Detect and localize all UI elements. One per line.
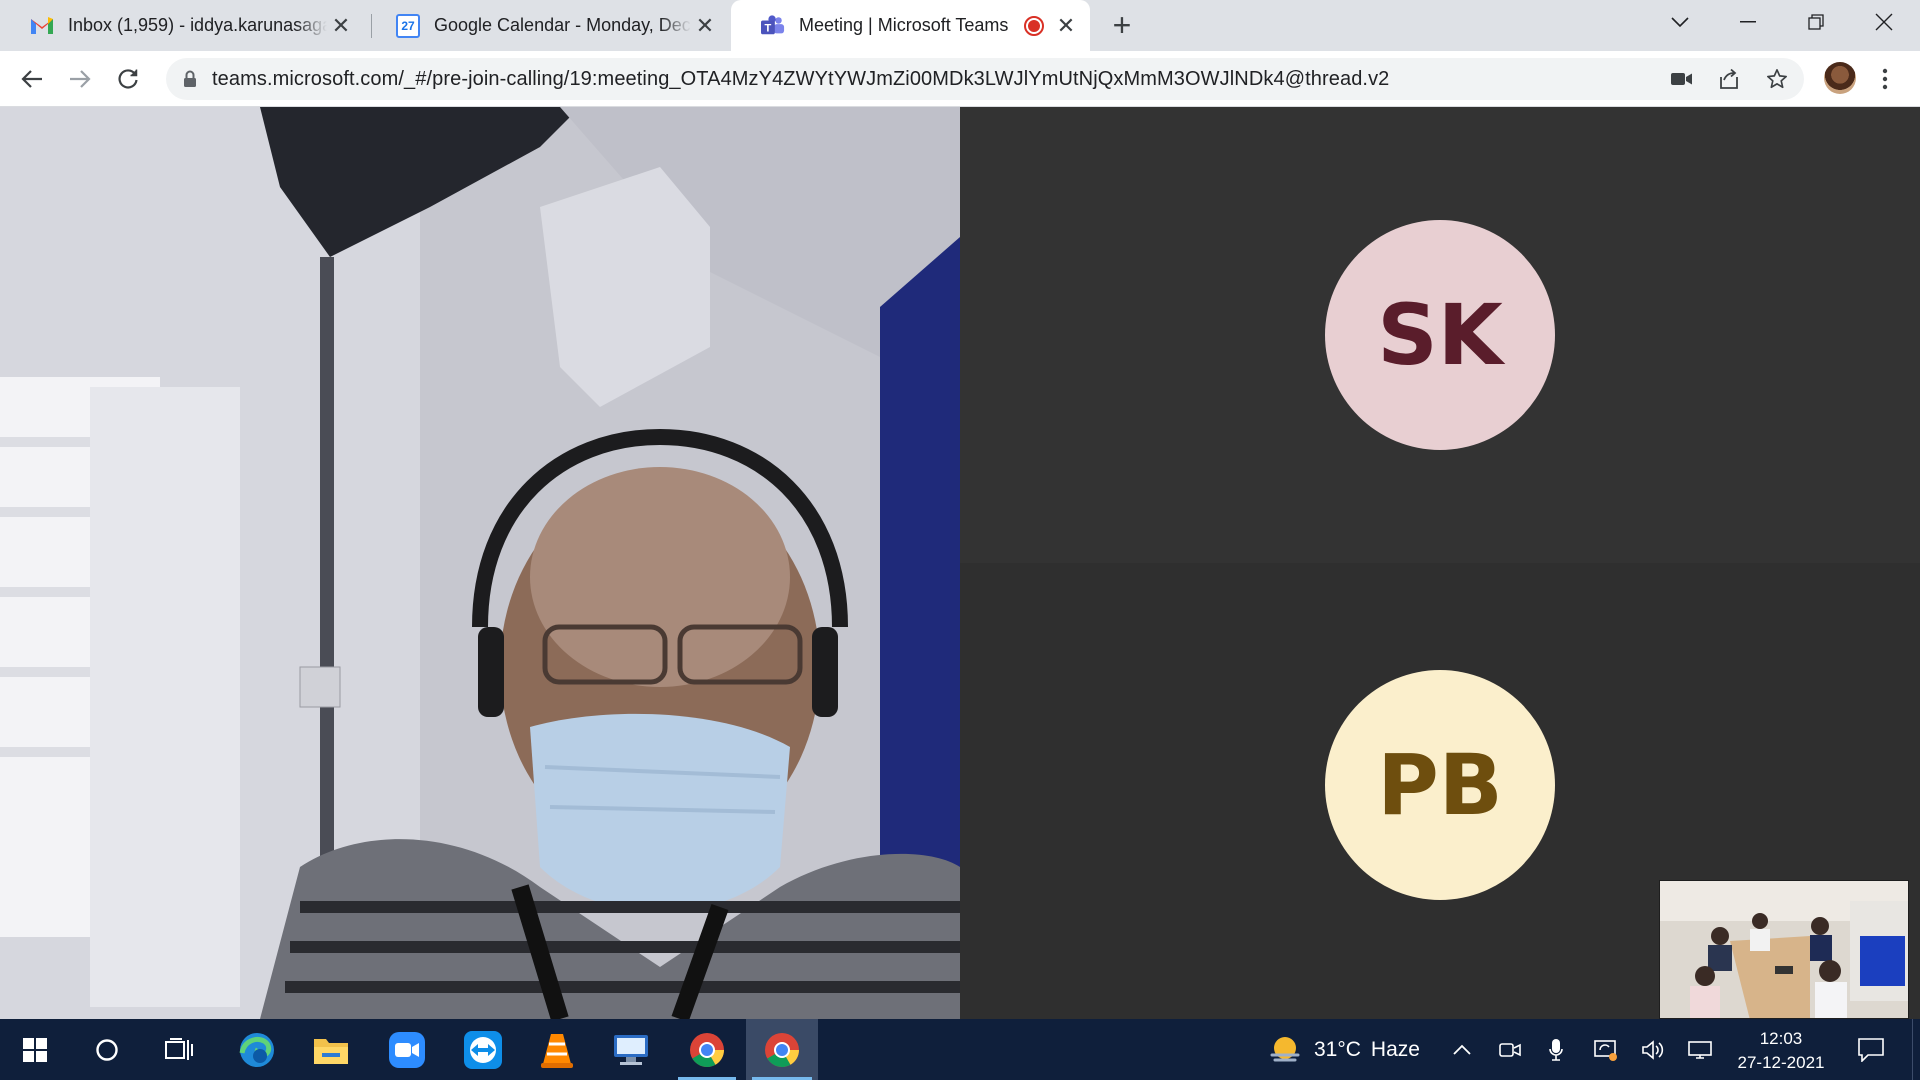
close-icon[interactable]: ✕ (327, 12, 355, 40)
room-video-frame (1660, 881, 1908, 1018)
taskbar-clock[interactable]: 12:03 27-12-2021 (1726, 1027, 1836, 1075)
vlc-icon[interactable] (522, 1019, 592, 1080)
edge-icon[interactable] (222, 1019, 292, 1080)
notification-icon[interactable] (1846, 1019, 1896, 1080)
network-icon[interactable] (1678, 1019, 1722, 1080)
recording-icon (1024, 15, 1044, 36)
meeting-stage: SK PB (0, 107, 1920, 1019)
show-desktop-button[interactable] (1912, 1019, 1920, 1080)
participant-avatar-sk: SK (1325, 220, 1555, 450)
start-icon[interactable] (0, 1019, 70, 1080)
url-text: teams.microsoft.com/_#/pre-join-calling/… (212, 68, 1390, 90)
volume-icon[interactable] (1632, 1019, 1676, 1080)
teamviewer-icon[interactable] (448, 1019, 518, 1080)
file-explorer-icon[interactable] (296, 1019, 366, 1080)
search-icon[interactable] (72, 1019, 142, 1080)
tab-microsoft-teams[interactable]: T Meeting | Microsoft Teams ✕ (731, 0, 1090, 51)
windows-update-icon[interactable] (1584, 1019, 1628, 1080)
tab-title: Meeting | Microsoft Teams (799, 15, 1009, 35)
browser-tab-strip: Inbox (1,959) - iddya.karunasagar@ ✕ 27 … (0, 0, 1920, 51)
share-icon[interactable] (1715, 65, 1743, 93)
windows-taskbar: 31°C Haze 12:03 27-12-2021 (0, 1019, 1920, 1080)
reload-button[interactable] (110, 61, 146, 97)
close-icon[interactable]: ✕ (691, 12, 719, 40)
teams-icon: T (761, 14, 785, 38)
participant-video[interactable] (0, 107, 960, 1019)
tab-google-calendar[interactable]: 27 Google Calendar - Monday, December ✕ (366, 0, 729, 51)
forward-button[interactable] (62, 61, 98, 97)
tab-title: Google Calendar - Monday, December (434, 15, 691, 35)
close-icon[interactable]: ✕ (1052, 12, 1080, 40)
minimize-icon[interactable] (1714, 0, 1782, 44)
self-view-video[interactable] (1659, 880, 1909, 1019)
weather-temp: 31°C (1314, 1037, 1361, 1061)
weather-widget[interactable]: 31°C Haze (1268, 1019, 1420, 1080)
back-button[interactable] (14, 61, 50, 97)
lock-icon[interactable] (176, 65, 204, 93)
weather-condition: Haze (1370, 1037, 1420, 1061)
address-bar[interactable]: teams.microsoft.com/_#/pre-join-calling/… (166, 58, 1804, 100)
bookmark-star-icon[interactable] (1763, 65, 1791, 93)
profile-avatar[interactable] (1824, 62, 1856, 94)
remote-desktop-icon[interactable] (596, 1019, 666, 1080)
meet-now-icon[interactable] (1488, 1019, 1532, 1080)
restore-icon[interactable] (1782, 0, 1850, 44)
camera-icon[interactable] (1668, 65, 1696, 93)
participant-initials: SK (1377, 286, 1503, 384)
clock-date: 27-12-2021 (1737, 1053, 1825, 1072)
zoom-icon[interactable] (372, 1019, 442, 1080)
clock-time: 12:03 (1759, 1029, 1803, 1048)
tab-search-icon[interactable] (1646, 0, 1714, 44)
gmail-icon (30, 14, 54, 38)
haze-weather-icon (1270, 1036, 1300, 1061)
more-menu-icon[interactable] (1870, 63, 1900, 95)
participant-tile[interactable]: SK (960, 107, 1920, 563)
browser-toolbar: teams.microsoft.com/_#/pre-join-calling/… (0, 51, 1920, 107)
tab-gmail[interactable]: Inbox (1,959) - iddya.karunasagar@ ✕ (0, 0, 365, 51)
chrome-icon[interactable] (672, 1019, 742, 1080)
chrome-icon[interactable] (746, 1019, 818, 1080)
participant-avatar-pb: PB (1325, 670, 1555, 900)
calendar-icon: 27 (396, 13, 420, 38)
close-window-icon[interactable] (1850, 0, 1918, 44)
tab-title: Inbox (1,959) - iddya.karunasagar@ (68, 15, 327, 35)
microphone-icon[interactable] (1534, 1019, 1578, 1080)
new-tab-button[interactable]: + (1105, 7, 1139, 43)
svg-text:T: T (765, 22, 772, 34)
video-frame (0, 107, 960, 1019)
participant-initials: PB (1377, 736, 1503, 834)
task-view-icon[interactable] (144, 1019, 214, 1080)
chevron-up-icon[interactable] (1440, 1019, 1484, 1080)
